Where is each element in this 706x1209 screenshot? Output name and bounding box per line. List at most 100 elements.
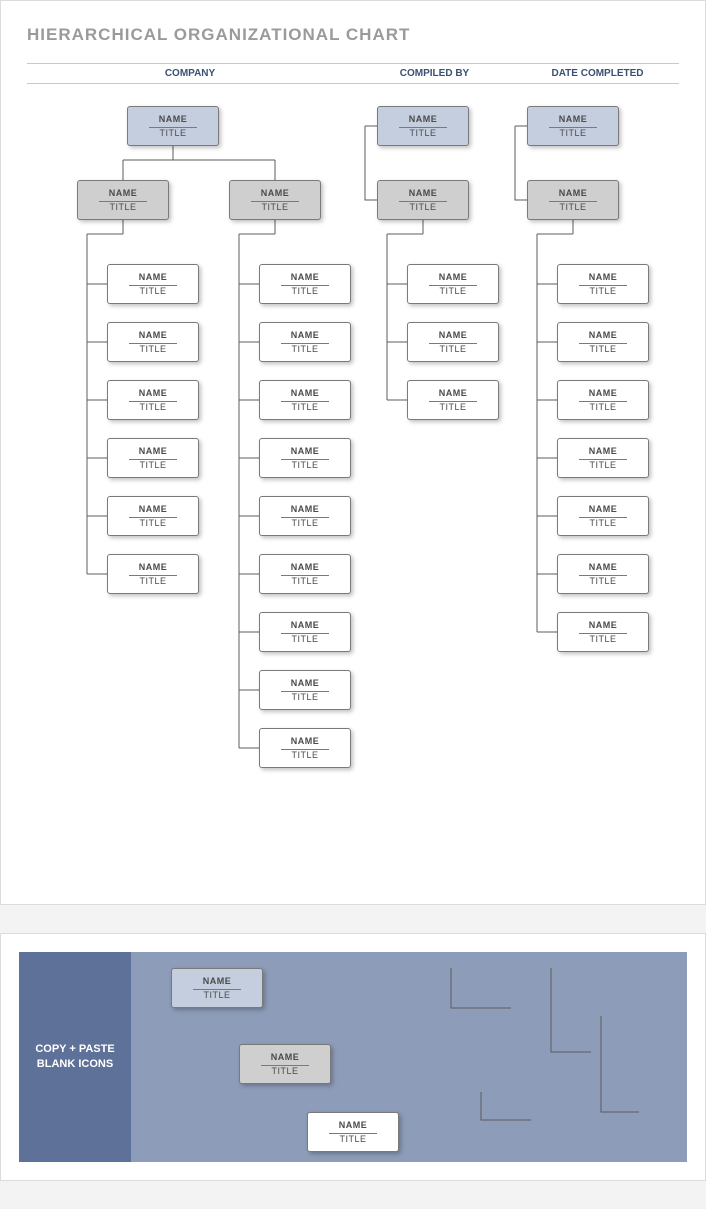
node-name: NAME [261,188,290,198]
node-name: NAME [109,188,138,198]
node-title: TITLE [589,518,616,528]
org-node-a2-2[interactable]: NAME TITLE [259,322,351,362]
node-name: NAME [439,272,468,282]
node-name: NAME [589,388,618,398]
org-node-a1-2[interactable]: NAME TITLE [107,322,199,362]
node-title: TITLE [339,1134,366,1144]
org-node-a2-6[interactable]: NAME TITLE [259,554,351,594]
node-title: TITLE [291,692,318,702]
node-title: TITLE [559,202,586,212]
node-title: TITLE [139,518,166,528]
node-name: NAME [271,1052,300,1062]
node-name: NAME [139,272,168,282]
node-name: NAME [203,976,232,986]
node-title: TITLE [291,286,318,296]
org-node-a2-7[interactable]: NAMETITLE [259,612,351,652]
node-name: NAME [159,114,188,124]
node-title: TITLE [439,286,466,296]
org-node-palette-top[interactable]: NAME TITLE [171,968,263,1008]
node-title: TITLE [139,286,166,296]
org-node-c-5[interactable]: NAME TITLE [557,496,649,536]
org-node-a2-9[interactable]: NAME TITLE [259,728,351,768]
node-name: NAME [139,562,168,572]
node-title: TITLE [261,202,288,212]
org-node-a1-6[interactable]: NAMETITLE [107,554,199,594]
node-name: NAME [139,388,168,398]
org-node-a1-5[interactable]: NAME TITLE [107,496,199,536]
node-title: TITLE [409,128,436,138]
node-name: NAME [291,562,320,572]
node-name: NAME [291,330,320,340]
org-node-c-6[interactable]: NAMETITLE [557,554,649,594]
org-node-c-1[interactable]: NAME TITLE [557,264,649,304]
node-name: NAME [291,620,320,630]
node-title: TITLE [203,990,230,1000]
org-node-mgr-a2[interactable]: NAME TITLE [229,180,321,220]
node-title: TITLE [159,128,186,138]
header-compiled: COMPILED BY [353,68,516,79]
node-title: TITLE [291,750,318,760]
org-node-b-1[interactable]: NAME TITLE [407,264,499,304]
org-node-c-3[interactable]: NAMETITLE [557,380,649,420]
node-title: TITLE [559,128,586,138]
node-name: NAME [409,188,438,198]
palette-page: COPY + PASTE BLANK ICONS NAMETITLENAMETI… [0,933,706,1181]
node-name: NAME [139,330,168,340]
node-title: TITLE [271,1066,298,1076]
node-name: NAME [291,678,320,688]
node-name: NAME [139,446,168,456]
header-date: DATE COMPLETED [516,68,679,79]
org-node-b-2[interactable]: NAMETITLE [407,322,499,362]
org-node-root-a[interactable]: NAME TITLE [127,106,219,146]
node-title: TITLE [589,576,616,586]
palette-body: NAME TITLE NAME TITLE NAME TITLE [131,952,687,1162]
node-name: NAME [339,1120,368,1130]
org-node-a1-4[interactable]: NAME TITLE [107,438,199,478]
node-name: NAME [589,446,618,456]
org-node-a2-5[interactable]: NAMETITLE [259,496,351,536]
node-title: TITLE [589,460,616,470]
org-node-root-b[interactable]: NAME TITLE [377,106,469,146]
header-company: COMPANY [27,68,353,79]
node-name: NAME [589,620,618,630]
node-title: TITLE [291,576,318,586]
node-name: NAME [409,114,438,124]
org-node-a2-1[interactable]: NAME TITLE [259,264,351,304]
node-name: NAME [589,272,618,282]
node-title: TITLE [139,344,166,354]
org-node-c-4[interactable]: NAME TITLE [557,438,649,478]
node-name: NAME [291,388,320,398]
node-title: TITLE [589,286,616,296]
node-name: NAME [291,446,320,456]
node-title: TITLE [439,344,466,354]
org-node-a1-1[interactable]: NAME TITLE [107,264,199,304]
node-name: NAME [589,330,618,340]
node-title: TITLE [139,460,166,470]
org-node-mgr-b[interactable]: NAME TITLE [377,180,469,220]
node-title: TITLE [291,344,318,354]
org-node-a1-3[interactable]: NAME TITLE [107,380,199,420]
org-node-a2-4[interactable]: NAME TITLE [259,438,351,478]
org-node-c-7[interactable]: NAME TITLE [557,612,649,652]
node-title: TITLE [409,202,436,212]
org-node-palette-mid[interactable]: NAME TITLE [239,1044,331,1084]
node-title: TITLE [291,460,318,470]
org-node-a2-8[interactable]: NAME TITLE [259,670,351,710]
node-name: NAME [589,504,618,514]
org-chart: NAME TITLE NAME TITLE NAME TITLE NAME TITLE NAME… [27,96,679,886]
node-name: NAME [139,504,168,514]
node-name: NAME [291,736,320,746]
org-node-b-3[interactable]: NAMETITLE [407,380,499,420]
org-node-palette-leaf[interactable]: NAME TITLE [307,1112,399,1152]
node-title: TITLE [291,518,318,528]
org-node-mgr-c[interactable]: NAMETITLE [527,180,619,220]
node-title: TITLE [589,634,616,644]
node-title: TITLE [291,402,318,412]
node-title: TITLE [139,402,166,412]
org-node-root-c[interactable]: NAMETITLE [527,106,619,146]
org-node-c-2[interactable]: NAMETITLE [557,322,649,362]
node-name: NAME [291,272,320,282]
org-node-mgr-a1[interactable]: NAMETITLE [77,180,169,220]
org-node-a2-3[interactable]: NAME TITLE [259,380,351,420]
node-name: NAME [439,388,468,398]
